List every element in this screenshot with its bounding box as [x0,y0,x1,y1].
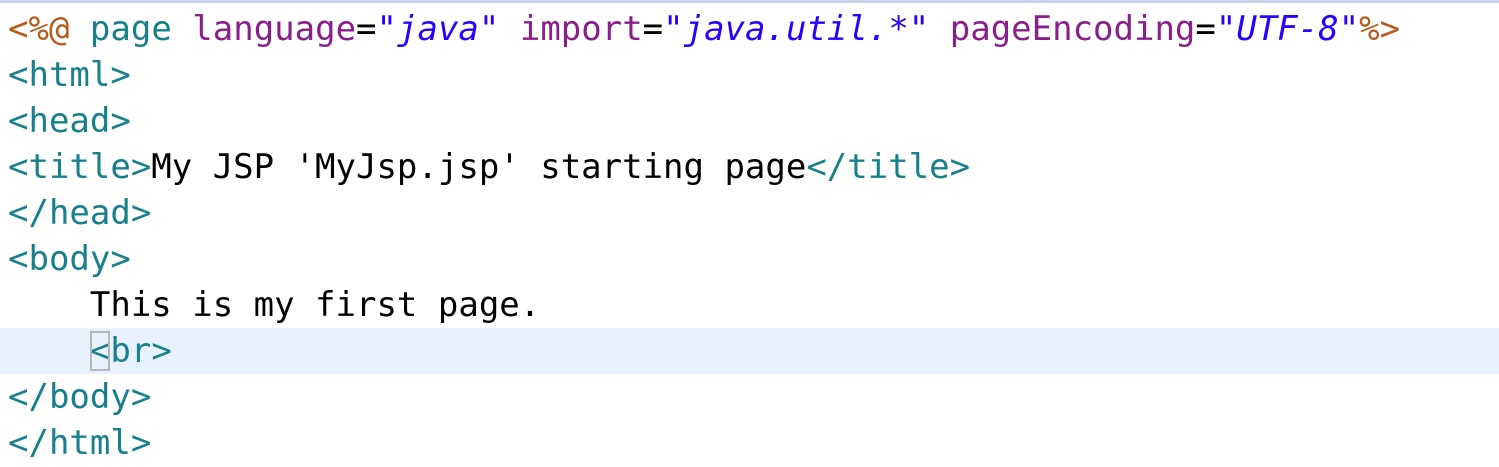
code-line[interactable]: </html> [0,420,1499,466]
code-line[interactable]: <body> [0,236,1499,282]
code-line[interactable]: <html> [0,52,1499,98]
code-token-tag: br> [110,331,172,371]
code-token-tag: </head> [8,193,152,233]
code-token-text: This is my first page. [89,285,541,325]
bracket-match-highlight: < [89,331,111,371]
code-token-jsp-delim: %> [1359,9,1401,49]
code-token-attr: language [192,9,357,49]
code-token-tag: </title> [806,147,971,187]
code-token-attr: pageEncoding [949,9,1196,49]
code-token-tag: </html> [8,423,152,463]
code-token-val: "UTF-8" [1215,9,1360,49]
code-token-tag: <body> [8,239,131,279]
code-line[interactable]: <%@ page language="java" import="java.ut… [0,6,1499,52]
code-token-tag: <head> [8,101,131,141]
code-token-eq: = [642,9,664,49]
code-token-eq: = [1195,9,1216,49]
code-line[interactable]: This is my first page. [0,282,1499,328]
code-token-jsp-name: page [89,9,172,49]
code-line[interactable]: <title>My JSP 'MyJsp.jsp' starting page<… [0,144,1499,190]
code-token-val: "java.util.*" [663,9,930,49]
code-line[interactable]: </head> [0,190,1499,236]
code-line-current[interactable]: <br> [0,328,1499,374]
code-token-tag: <html> [8,55,131,95]
code-token-tag: <title> [8,147,152,187]
code-token-text: My JSP 'MyJsp.jsp' starting page [151,147,807,187]
code-token-eq: = [356,9,377,49]
code-line[interactable]: </body> [0,374,1499,420]
code-token-val: "java" [376,9,500,49]
code-token-attr: import [519,9,643,49]
code-editor[interactable]: <%@ page language="java" import="java.ut… [0,0,1499,467]
code-token-tag: </body> [8,377,152,417]
code-line[interactable]: <head> [0,98,1499,144]
code-token-jsp-delim: <%@ [8,9,70,49]
